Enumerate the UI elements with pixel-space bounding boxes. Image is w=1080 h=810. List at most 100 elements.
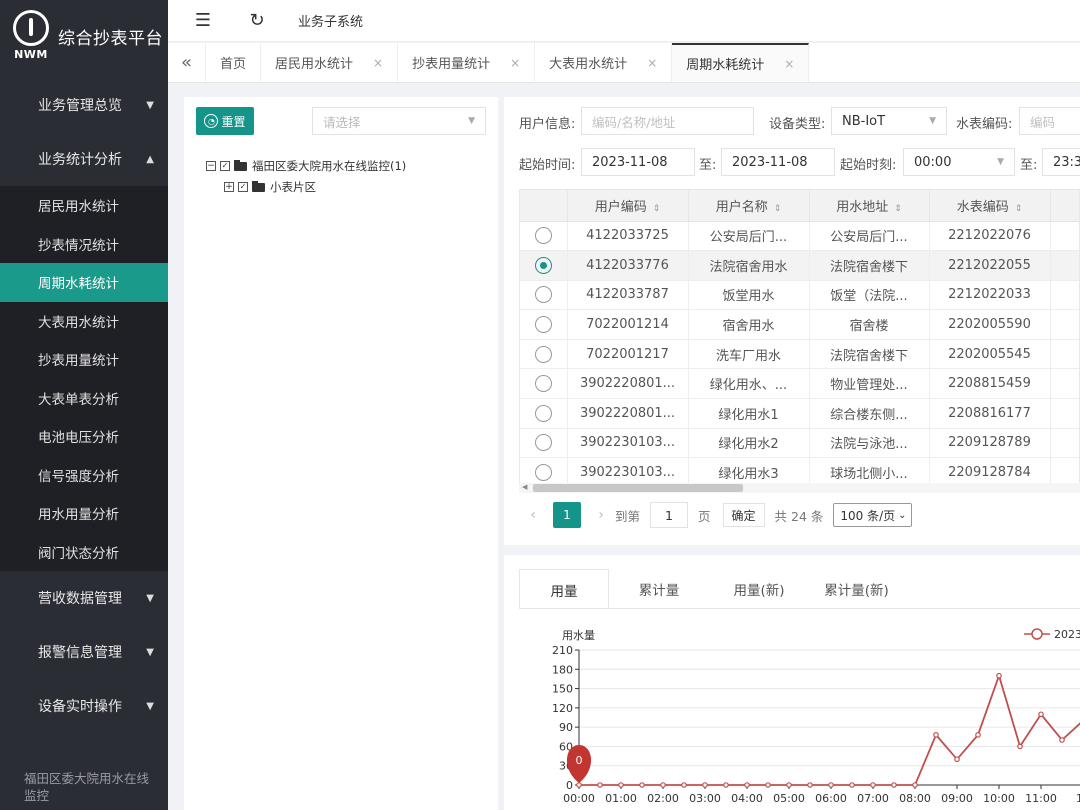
radio-selected-icon[interactable] xyxy=(534,256,552,274)
table-header-row: 用户编码 ⇕ 用户名称 ⇕ 用水地址 ⇕ 水表编码 ⇕ 起 xyxy=(520,190,1079,222)
menu-group-bottom-0[interactable]: 营收数据管理 ▼ xyxy=(0,571,168,625)
menu-group-top-0[interactable]: 业务管理总览 ▼ xyxy=(0,78,168,132)
close-icon[interactable]: × xyxy=(784,57,794,71)
tab-2[interactable]: 抄表用量统计 × xyxy=(398,43,536,82)
logo-mark: NWM xyxy=(12,10,50,61)
chevron-down-icon: ▼ xyxy=(929,116,936,126)
tree-child-label[interactable]: 小表片区 xyxy=(270,179,316,195)
table-header-4[interactable]: 起 xyxy=(1050,190,1079,222)
table-row[interactable]: 4122033725公安局后门...公安局后门...22120220762 xyxy=(520,221,1079,252)
user-info-input[interactable]: 编码/名称/地址 xyxy=(581,107,754,135)
radio-icon[interactable] xyxy=(534,227,552,245)
prev-page-button[interactable]: ‹ xyxy=(519,502,547,528)
reset-button[interactable]: ◔ 重置 xyxy=(196,107,254,135)
start-date-input[interactable]: 2023-11-08 xyxy=(581,148,695,176)
cell-addr: 法院与泳池... xyxy=(809,428,930,459)
sort-icon[interactable]: ⇕ xyxy=(894,204,902,214)
table-header-0[interactable]: 用户编码 ⇕ xyxy=(567,190,689,222)
row-select-cell[interactable] xyxy=(520,280,568,311)
next-page-button[interactable]: › xyxy=(587,502,615,528)
table-header-1[interactable]: 用户名称 ⇕ xyxy=(688,190,810,222)
sort-icon[interactable]: ⇕ xyxy=(774,204,782,214)
menu-group-top-1[interactable]: 业务统计分析 ▲ xyxy=(0,132,168,186)
tab-0[interactable]: 首页 xyxy=(206,43,262,82)
device-type-select[interactable]: NB-IoT ▼ xyxy=(831,107,947,135)
menu-group-bottom-2[interactable]: 设备实时操作 ▼ xyxy=(0,679,168,733)
checkbox-checked-icon[interactable]: ✓ xyxy=(220,161,230,171)
end-date-input[interactable]: 2023-11-08 xyxy=(721,148,835,176)
page-size-select[interactable]: 100 条/页 ⌄ xyxy=(833,503,912,527)
goto-page-input[interactable]: 1 xyxy=(650,502,689,528)
sidebar-item-2[interactable]: 周期水耗统计 xyxy=(0,263,168,302)
tree-node-root[interactable]: − ✓ 福田区委大院用水在线监控(1) xyxy=(206,158,406,174)
menu-group-bottom-1[interactable]: 报警信息管理 ▼ xyxy=(0,625,168,679)
caret-up-icon: ▲ xyxy=(146,153,154,165)
sort-icon[interactable]: ⇕ xyxy=(1015,204,1023,214)
row-select-cell[interactable] xyxy=(520,250,568,281)
cell-meter: 2209128789 xyxy=(929,428,1051,459)
sidebar-item-7[interactable]: 信号强度分析 xyxy=(0,456,168,495)
tab-4[interactable]: 周期水耗统计 × xyxy=(672,43,810,82)
table-header-3[interactable]: 水表编码 ⇕ xyxy=(929,190,1051,222)
sort-icon[interactable]: ⇕ xyxy=(653,204,661,214)
sidebar-item-4[interactable]: 抄表用量统计 xyxy=(0,340,168,379)
table-row[interactable]: 4122033787饭堂用水饭堂（法院...22120220332 xyxy=(520,280,1079,311)
close-icon[interactable]: × xyxy=(647,56,657,70)
subsystem-title[interactable]: 业务子系统 xyxy=(298,11,363,30)
tabs-scroll-left-icon[interactable]: « xyxy=(168,43,206,82)
cell-addr: 综合楼东侧... xyxy=(809,398,930,429)
start-moment-select[interactable]: 00:00 ▼ xyxy=(903,148,1015,176)
table-row[interactable]: 3902230103...绿化用水2法院与泳池...22091287892 xyxy=(520,428,1079,459)
table-row[interactable]: 3902220801...绿化用水、...物业管理处...22088154592 xyxy=(520,368,1079,400)
row-select-cell[interactable] xyxy=(520,398,568,429)
table-row[interactable]: 7022001214宿舍用水宿舍楼22020055902 xyxy=(520,309,1079,340)
series-line xyxy=(579,672,1080,786)
refresh-icon[interactable]: ↻ xyxy=(242,10,272,31)
close-icon[interactable]: × xyxy=(373,56,383,70)
horizontal-scrollbar[interactable]: ◀ xyxy=(519,483,1080,493)
sidebar-item-8[interactable]: 用水用量分析 xyxy=(0,494,168,533)
radio-icon[interactable] xyxy=(534,345,552,363)
chart-panel: 用量 累计量 用量(新) 累计量(新) 用水量 2023 0 30 60 90 120 150 180… xyxy=(504,555,1080,810)
tab-label: 周期水耗统计 xyxy=(686,58,765,73)
radio-icon[interactable] xyxy=(534,404,552,422)
table-row[interactable]: 7022001217洗车厂用水法院宿舍楼下22020055452 xyxy=(520,339,1079,370)
end-moment-select[interactable]: 23:30 xyxy=(1042,148,1080,176)
row-select-cell[interactable] xyxy=(520,221,568,252)
tab-1[interactable]: 居民用水统计 × xyxy=(261,43,399,82)
tree-node-child[interactable]: + ✓ 小表片区 xyxy=(224,179,316,195)
sidebar-item-0[interactable]: 居民用水统计 xyxy=(0,186,168,225)
expand-icon[interactable]: + xyxy=(224,182,234,192)
row-select-cell[interactable] xyxy=(520,339,568,370)
radio-icon[interactable] xyxy=(534,464,552,482)
tab-3[interactable]: 大表用水统计 × xyxy=(535,43,673,82)
meter-code-input[interactable]: 编码 xyxy=(1019,107,1080,135)
sidebar-item-9[interactable]: 阀门状态分析 xyxy=(0,533,168,572)
radio-icon[interactable] xyxy=(534,286,552,304)
close-icon[interactable]: × xyxy=(510,56,520,70)
current-page[interactable]: 1 xyxy=(553,502,581,528)
cell-addr: 公安局后门... xyxy=(809,221,930,252)
scroll-left-icon[interactable]: ◀ xyxy=(522,483,527,491)
sidebar-item-5[interactable]: 大表单表分析 xyxy=(0,379,168,418)
collapse-icon[interactable]: − xyxy=(206,161,216,171)
table-header-2[interactable]: 用水地址 ⇕ xyxy=(809,190,930,222)
start-moment-value: 00:00 xyxy=(914,154,952,170)
menu-toggle-icon[interactable]: ☰ xyxy=(188,10,218,31)
radio-icon[interactable] xyxy=(534,375,552,393)
goto-confirm-button[interactable]: 确定 xyxy=(722,503,765,527)
radio-icon[interactable] xyxy=(534,316,552,334)
table-row[interactable]: 3902220801...绿化用水1综合楼东侧...22088161772 xyxy=(520,398,1079,429)
tree-root-label[interactable]: 福田区委大院用水在线监控(1) xyxy=(252,158,406,174)
sidebar-item-6[interactable]: 电池电压分析 xyxy=(0,417,168,456)
row-select-cell[interactable] xyxy=(520,309,568,340)
scrollbar-thumb[interactable] xyxy=(533,484,743,492)
sidebar-item-3[interactable]: 大表用水统计 xyxy=(0,302,168,341)
table-row[interactable]: 4122033776法院宿舍用水法院宿舍楼下22120220552 xyxy=(520,250,1079,281)
sidebar-item-1[interactable]: 抄表情况统计 xyxy=(0,225,168,264)
row-select-cell[interactable] xyxy=(520,428,568,459)
checkbox-checked-icon[interactable]: ✓ xyxy=(238,182,248,192)
tree-select[interactable]: 请选择 ▼ xyxy=(312,107,486,135)
row-select-cell[interactable] xyxy=(520,368,568,400)
radio-icon[interactable] xyxy=(534,434,552,452)
